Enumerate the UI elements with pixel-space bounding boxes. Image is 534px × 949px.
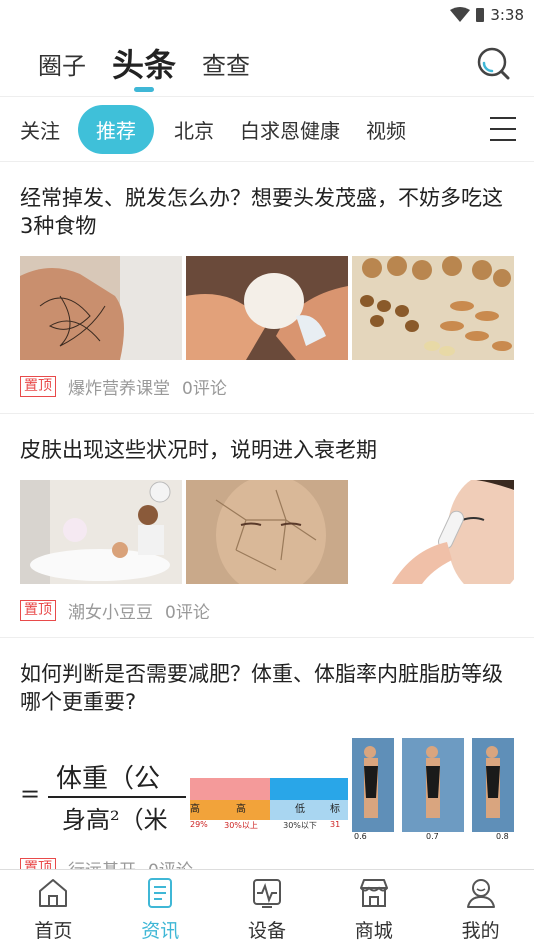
bmi-fraction-line xyxy=(48,796,186,798)
figure-ratio-label: 0.6 xyxy=(354,832,367,841)
category-beijing[interactable]: 北京 xyxy=(174,115,214,144)
table-header: 高 xyxy=(190,800,212,820)
tab-news[interactable]: 资讯 xyxy=(107,870,214,949)
table-value: 30%以下 xyxy=(283,821,317,830)
category-menu-icon[interactable] xyxy=(490,117,516,141)
status-bar: 3:38 xyxy=(0,0,534,30)
article-title[interactable]: 皮肤出现这些状况时，说明进入衰老期 xyxy=(20,414,514,464)
article-source: 爆炸营养课堂 xyxy=(68,379,170,399)
news-icon xyxy=(148,878,173,908)
bmi-numerator: 体重（公 xyxy=(56,764,161,794)
article-meta: 置顶 爆炸营养课堂 0评论 xyxy=(20,360,514,413)
article-meta: 置顶 行远基开 0评论 xyxy=(20,842,514,869)
tab-lookup[interactable]: 查查 xyxy=(202,46,250,81)
face-roller-image xyxy=(352,480,514,584)
body-fat-table-image: 高 高 低 标 29% 30%以上 30%以下 31 xyxy=(190,738,348,842)
pinned-badge: 置顶 xyxy=(20,858,56,869)
article-title[interactable]: 经常掉发、脱发怎么办？想要头发茂盛，不妨多吃这3种食物 xyxy=(20,162,514,240)
article-source: 行远基开 xyxy=(68,856,136,869)
table-value: 31 xyxy=(330,820,341,829)
tab-home[interactable]: 首页 xyxy=(0,870,107,949)
figure-ratio-label: 0.8 xyxy=(496,832,509,841)
top-navigation: 圈子 头条 查查 xyxy=(0,30,534,96)
tab-label: 资讯 xyxy=(141,920,180,942)
pinned-badge: 置顶 xyxy=(20,600,56,621)
comment-count: 0评论 xyxy=(148,856,193,869)
comment-count: 0评论 xyxy=(165,603,210,623)
article-card[interactable]: 经常掉发、脱发怎么办？想要头发茂盛，不妨多吃这3种食物 置顶 爆炸营养课堂 0评… xyxy=(0,162,534,414)
table-value: 30%以上 xyxy=(224,821,258,830)
bmi-denominator: 身高²（米 xyxy=(62,806,168,834)
article-images xyxy=(20,256,514,360)
article-title[interactable]: 如何判断是否需要减肥？体重、体脂率内脏脂肪等级哪个更重要? xyxy=(20,638,514,716)
profile-icon xyxy=(466,879,495,908)
article-card[interactable]: 皮肤出现这些状况时，说明进入衰老期 置顶 潮女小豆豆 0评论 xyxy=(0,414,534,638)
article-images: = 体重（公 身高²（米 高 高 低 标 29% 30%以上 30%以下 31 … xyxy=(20,738,514,842)
tab-label: 商城 xyxy=(354,920,393,942)
tab-label: 我的 xyxy=(461,920,500,942)
spa-image xyxy=(20,480,182,584)
comment-count: 0评论 xyxy=(182,379,227,399)
table-header: 标 xyxy=(330,800,348,820)
tab-headlines[interactable]: 头条 xyxy=(112,40,176,86)
table-header: 高 xyxy=(212,800,270,820)
battery-icon xyxy=(476,8,485,22)
figure-ratio-label: 0.7 xyxy=(426,832,439,841)
article-meta: 置顶 潮女小豆豆 0评论 xyxy=(20,584,514,637)
tab-label: 设备 xyxy=(247,920,286,942)
search-icon[interactable] xyxy=(476,46,510,80)
bmi-formula-image: = 体重（公 身高²（米 xyxy=(20,738,186,842)
tab-circle[interactable]: 圈子 xyxy=(38,46,86,81)
category-recommended[interactable]: 推荐 xyxy=(78,104,154,154)
bmi-equals-sign: = xyxy=(20,780,41,808)
bottom-tab-bar: 首页 资讯 设备 商城 我的 xyxy=(0,869,534,949)
category-bethune-health[interactable]: 白求恩健康 xyxy=(240,115,340,144)
category-video[interactable]: 视频 xyxy=(366,115,406,144)
tab-shop[interactable]: 商城 xyxy=(320,870,427,949)
device-icon xyxy=(252,879,281,908)
news-feed: 经常掉发、脱发怎么办？想要头发茂盛，不妨多吃这3种食物 置顶 爆炸营养课堂 0评… xyxy=(0,162,534,869)
table-value: 29% xyxy=(190,820,208,829)
home-icon xyxy=(39,879,68,907)
article-card[interactable]: 如何判断是否需要减肥？体重、体脂率内脏脂肪等级哪个更重要? = 体重（公 身高²… xyxy=(0,638,534,869)
tab-profile[interactable]: 我的 xyxy=(427,870,534,949)
dry-skin-image xyxy=(186,480,348,584)
wifi-icon xyxy=(450,7,471,22)
table-header: 低 xyxy=(270,800,330,820)
tab-label: 首页 xyxy=(34,920,73,942)
swimsuit-figures-image: 0.6 0.7 0.8 xyxy=(352,738,514,842)
hair-loss-image xyxy=(20,256,182,360)
tab-device[interactable]: 设备 xyxy=(214,870,321,949)
egg-image xyxy=(186,256,348,360)
pinned-badge: 置顶 xyxy=(20,376,56,397)
shop-icon xyxy=(359,879,388,907)
article-source: 潮女小豆豆 xyxy=(68,603,153,623)
article-images xyxy=(20,480,514,584)
status-time: 3:38 xyxy=(490,6,524,24)
nuts-image xyxy=(352,256,514,360)
category-follow[interactable]: 关注 xyxy=(20,115,60,144)
category-bar: 关注 推荐 北京 白求恩健康 视频 xyxy=(0,96,534,162)
